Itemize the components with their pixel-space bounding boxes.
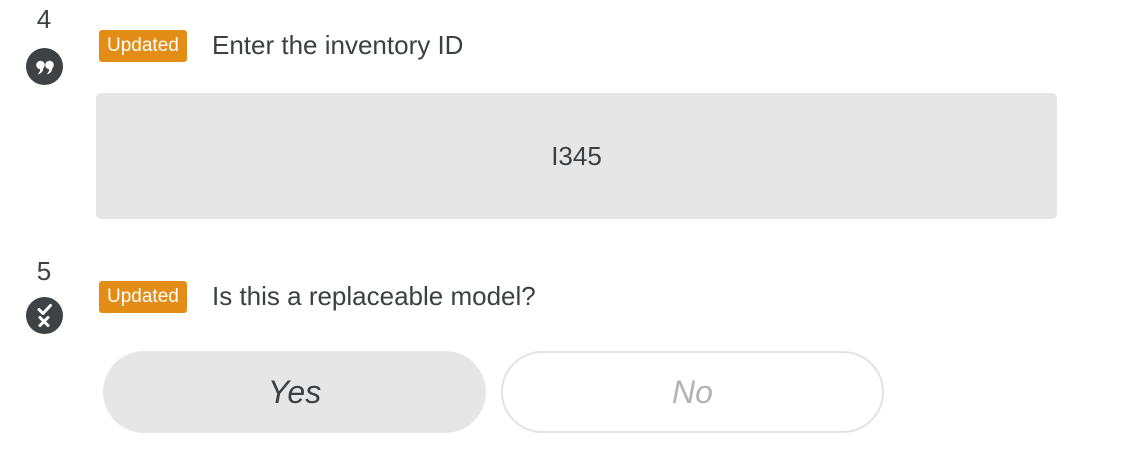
- yes-button[interactable]: Yes: [103, 351, 486, 433]
- updated-badge: Updated: [99, 30, 187, 62]
- updated-badge: Updated: [99, 281, 187, 313]
- answer-value: I345: [551, 140, 602, 171]
- question-number: 5: [36, 256, 52, 286]
- inventory-id-answer[interactable]: I345: [96, 93, 1057, 219]
- question-number: 4: [36, 4, 52, 34]
- quote-icon: [26, 48, 63, 85]
- question-text: Is this a replaceable model?: [212, 281, 536, 311]
- yes-no-icon: [26, 297, 63, 334]
- no-button[interactable]: No: [501, 351, 884, 433]
- question-text: Enter the inventory ID: [212, 30, 464, 60]
